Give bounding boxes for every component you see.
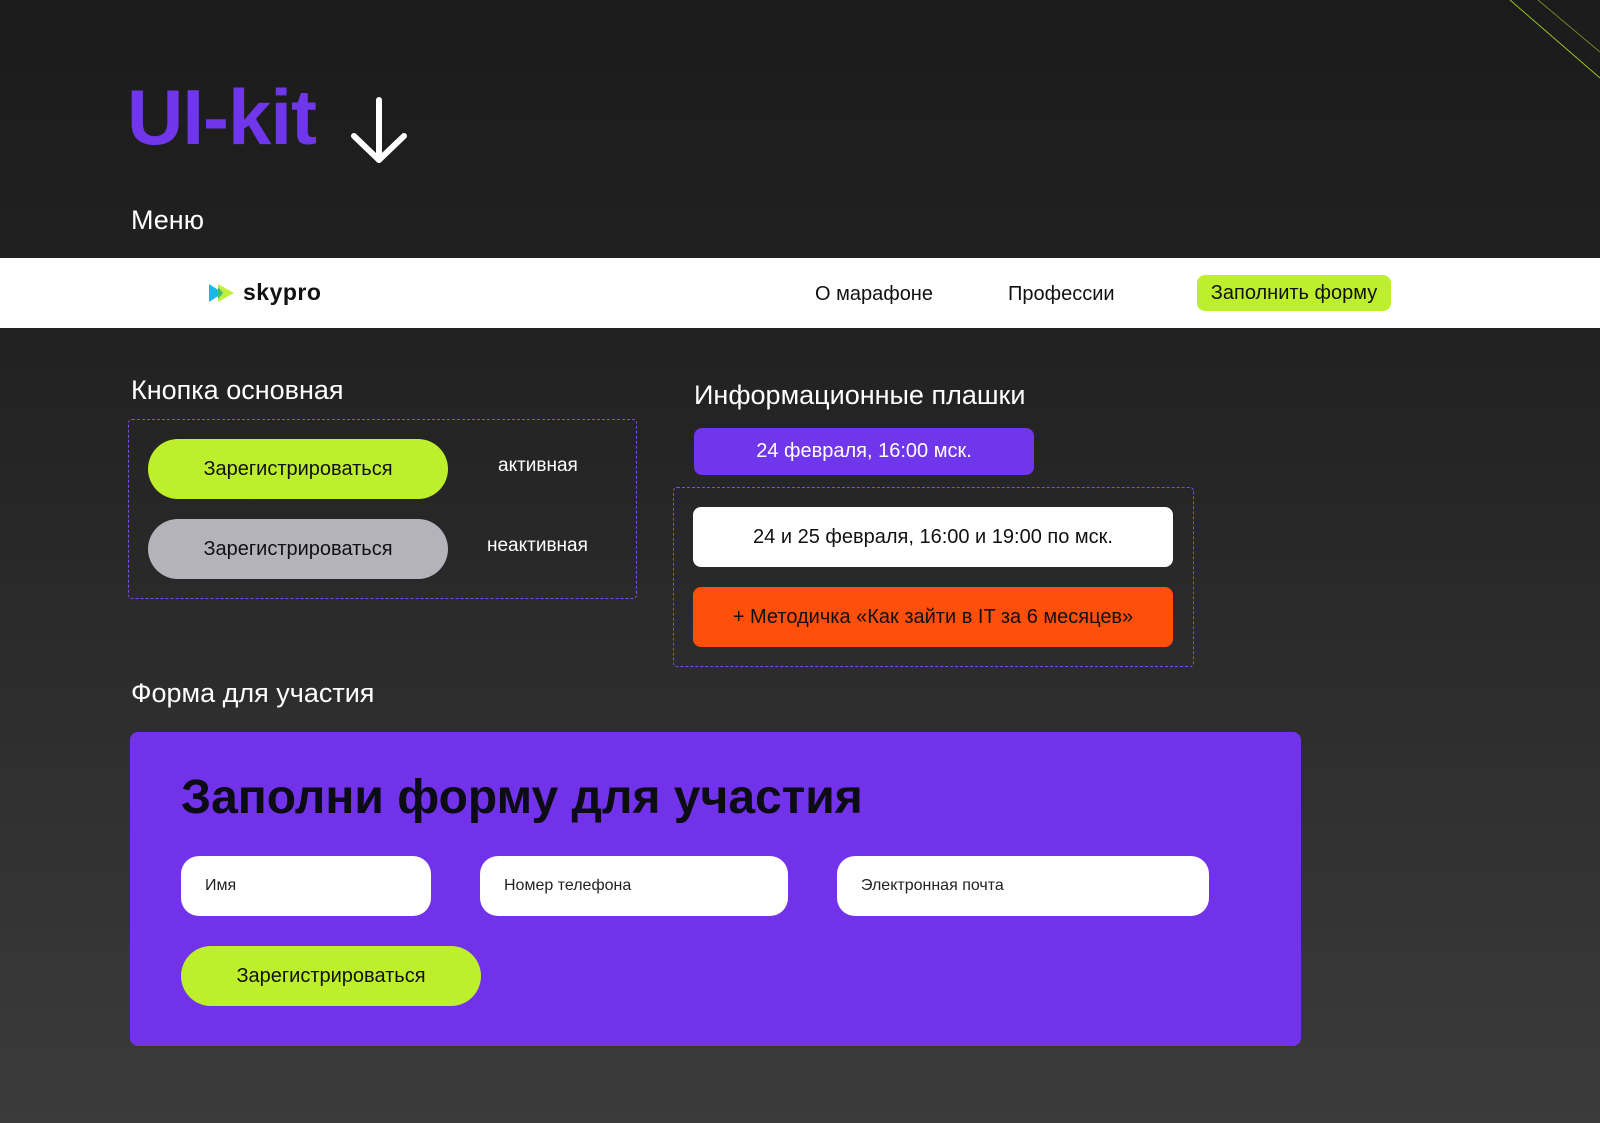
corner-decoration (1509, 0, 1600, 79)
skypro-logo-icon (209, 283, 234, 302)
date-badge-long: 24 и 25 февраля, 16:00 и 19:00 по мск. (693, 507, 1173, 567)
form-submit-button[interactable]: Зарегистрироваться (181, 946, 481, 1006)
register-button-inactive: Зарегистрироваться (148, 519, 448, 579)
section-label-primary-button: Кнопка основная (131, 375, 344, 405)
name-field[interactable] (181, 856, 431, 916)
nav-link-marathon[interactable]: О марафоне (815, 283, 933, 306)
state-label-inactive: неактивная (487, 535, 588, 556)
email-field[interactable] (837, 856, 1209, 916)
fill-form-button[interactable]: Заполнить форму (1197, 275, 1391, 311)
register-button-active[interactable]: Зарегистрироваться (148, 439, 448, 499)
state-label-active: активная (498, 455, 578, 476)
form-heading: Заполни форму для участия (181, 771, 863, 824)
section-label-info-badges: Информационные плашки (694, 380, 1026, 410)
page-title: UI-kit (127, 73, 317, 161)
logo-text: skypro (243, 279, 322, 305)
nav-link-professions[interactable]: Профессии (1008, 283, 1115, 306)
bonus-badge: + Методичка «Как зайти в IT за 6 месяцев… (693, 587, 1173, 647)
section-label-form: Форма для участия (131, 678, 375, 708)
date-badge-short: 24 февраля, 16:00 мск. (694, 428, 1034, 475)
section-label-menu: Меню (131, 205, 204, 235)
arrow-down-icon (351, 97, 407, 163)
phone-field[interactable] (480, 856, 788, 916)
logo[interactable]: skypro (209, 279, 321, 306)
